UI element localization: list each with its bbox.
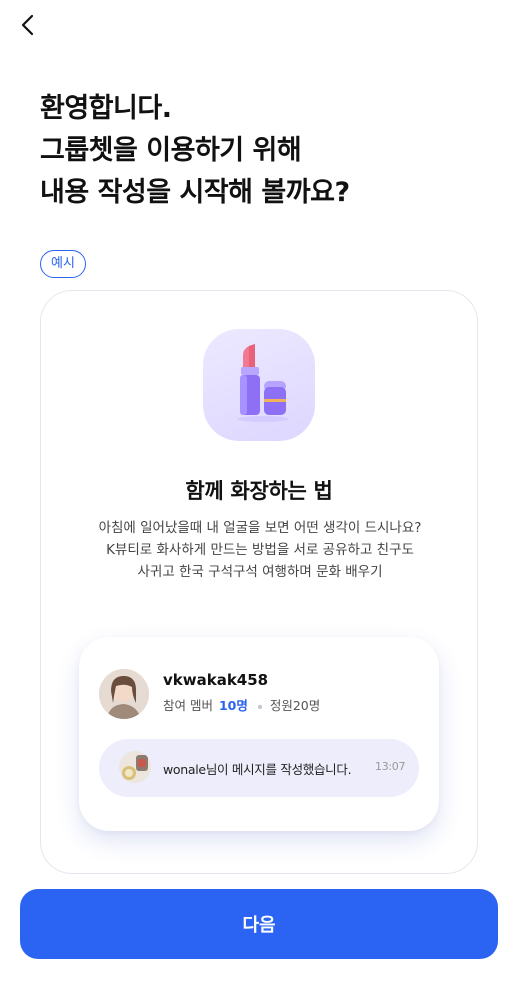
avatar	[99, 669, 149, 719]
chevron-left-icon	[21, 14, 34, 36]
group-preview-card: vkwakak458 참여 멤버 10명 정원20명 wonale님이 메시지를…	[79, 637, 439, 831]
headline-line-2: 그룹쳇을 이용하기 위해	[40, 135, 302, 166]
group-title: 함께 화장하는 법	[185, 479, 333, 503]
back-button[interactable]	[14, 10, 42, 40]
food-photo-icon	[119, 751, 151, 783]
headline-line-3: 내용 작성을 시작해 볼까요?	[40, 177, 350, 208]
capacity: 정원20명	[269, 698, 321, 713]
member-info: 참여 멤버 10명 정원20명	[163, 695, 320, 714]
latest-message: wonale님이 메시지를 작성했습니다. 13:07	[99, 739, 419, 797]
next-button[interactable]: 다음	[20, 889, 498, 959]
message-avatar	[119, 751, 151, 783]
message-time: 13:07	[375, 760, 406, 773]
member-label: 참여 멤버	[163, 698, 213, 713]
description-line: 사귀고 한국 구석구석 여행하며 문화 배우기	[137, 564, 383, 580]
description-line: K뷰티로 화사하게 만드는 방법을 서로 공유하고 친구도	[106, 542, 414, 558]
user-photo-icon	[99, 669, 149, 719]
headline-line-1: 환영합니다.	[40, 93, 172, 124]
example-group-card: 함께 화장하는 법 아침에 일어났을때 내 얼굴을 보면 어떤 생각이 드시나요…	[40, 290, 478, 874]
group-description: 아침에 일어났을때 내 얼굴을 보면 어떤 생각이 드시나요? K뷰티로 화사하…	[61, 517, 459, 583]
message-text: wonale님이 메시지를 작성했습니다.	[163, 762, 352, 777]
lipstick-icon	[237, 344, 289, 422]
username: vkwakak458	[163, 671, 269, 689]
page-title: 환영합니다. 그룹쳇을 이용하기 위해 내용 작성을 시작해 볼까요?	[40, 88, 350, 214]
separator-dot	[257, 704, 262, 709]
example-badge: 예시	[40, 250, 86, 278]
group-icon-tile	[203, 329, 315, 441]
member-count: 10명	[218, 698, 248, 713]
description-line: 아침에 일어났을때 내 얼굴을 보면 어떤 생각이 드시나요?	[98, 520, 422, 536]
